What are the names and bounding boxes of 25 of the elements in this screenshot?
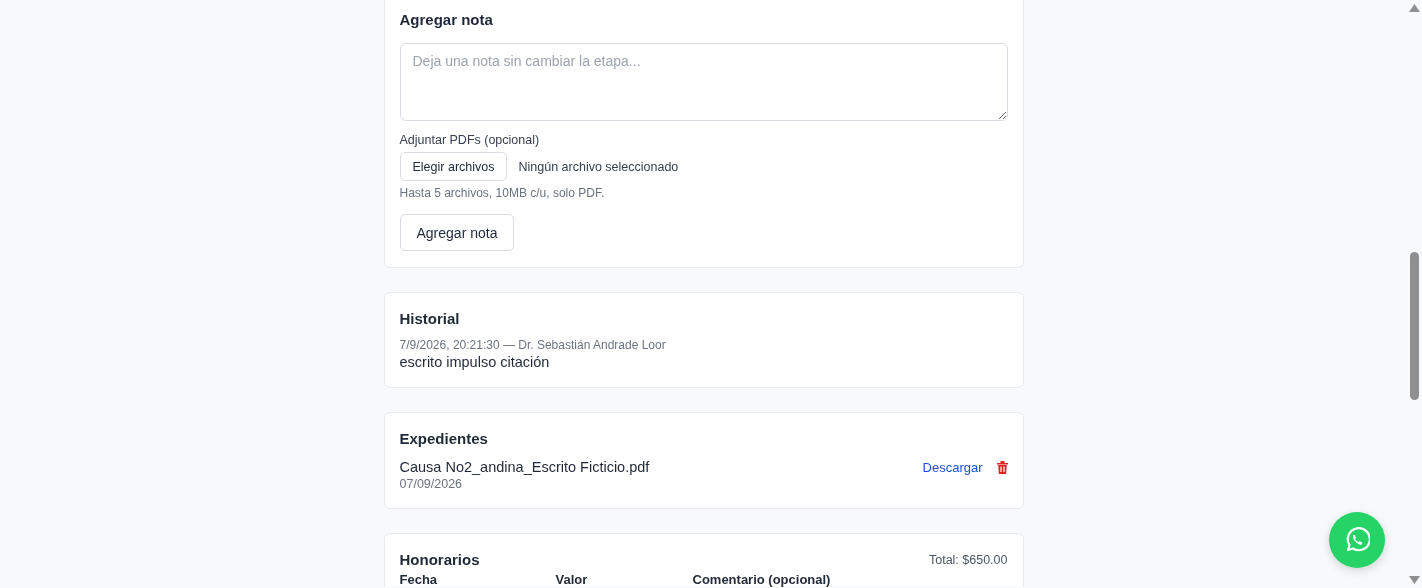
scrollbar-thumb[interactable] <box>1410 252 1419 400</box>
column-header: Comentario (opcional) <box>692 572 832 587</box>
choose-files-button[interactable]: Elegir archivos <box>399 152 508 181</box>
file-hint: Hasta 5 archivos, 10MB c/u, solo PDF. <box>399 185 606 201</box>
section-title: Expedientes <box>399 429 489 449</box>
history-meta: 7/9/2026, 20:21:30 — Dr. Sebastián Andrade Loor <box>399 337 667 353</box>
trash-icon[interactable] <box>996 461 1008 474</box>
note-field[interactable]: Deja una nota sin cambiar la etapa... <box>399 43 1008 121</box>
section-title: Historial <box>399 309 461 329</box>
file-status: Ningún archivo seleccionado <box>518 159 679 174</box>
download-link[interactable]: Descargar <box>922 460 983 475</box>
scroll-up-icon[interactable] <box>1409 4 1420 12</box>
section-title: Honorarios <box>399 550 480 570</box>
fees-total: Total: $650.00 <box>928 553 1008 567</box>
section-title: Agregar nota <box>399 10 494 30</box>
column-header: Fecha <box>399 572 439 587</box>
scroll-down-icon[interactable] <box>1409 576 1420 584</box>
file-name: Causa No2_andina_Escrito Ficticio.pdf <box>399 458 651 476</box>
add-note-button[interactable]: Agregar nota <box>399 214 515 251</box>
attach-label: Adjuntar PDFs (opcional) <box>399 132 541 148</box>
chat-button[interactable] <box>1329 512 1385 568</box>
file-date: 07/09/2026 <box>399 476 464 492</box>
history-text: escrito impulso citación <box>399 353 551 371</box>
column-header: Valor <box>555 572 589 587</box>
chat-bubble-icon <box>1344 527 1370 553</box>
